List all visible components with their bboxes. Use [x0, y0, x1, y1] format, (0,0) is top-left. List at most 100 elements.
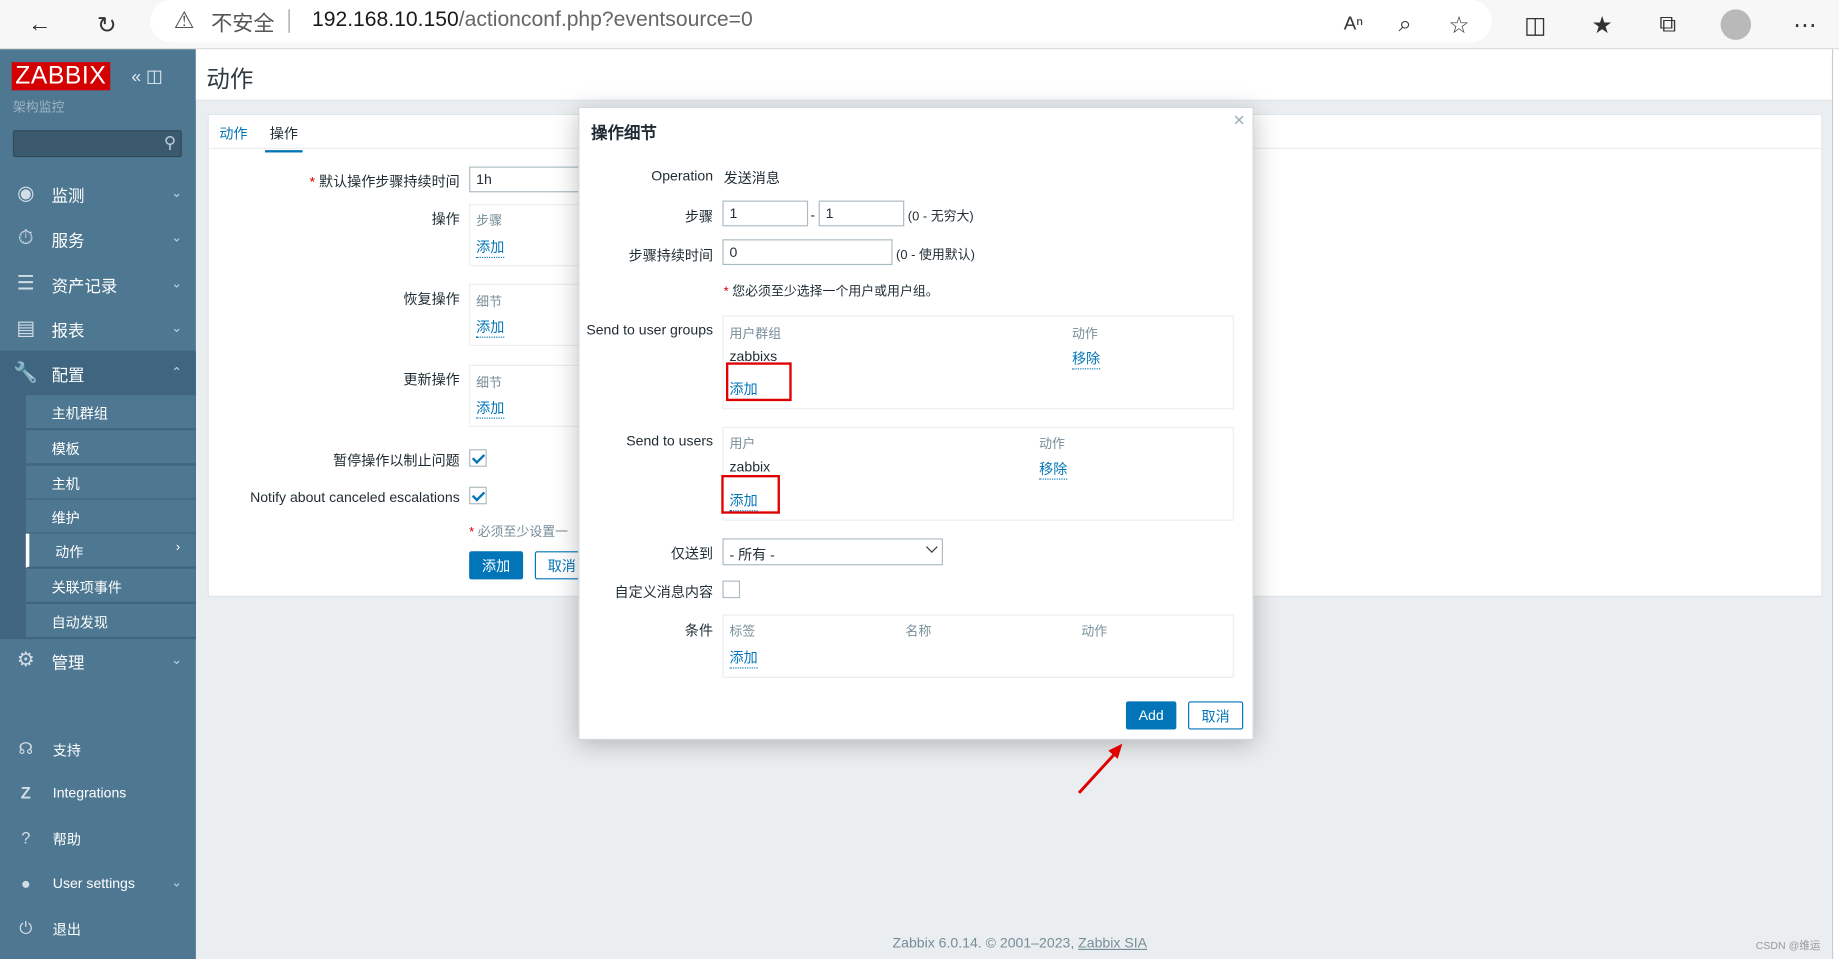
default-duration-input[interactable]: 1h	[469, 166, 581, 193]
user-remove-link[interactable]: 移除	[1039, 459, 1068, 480]
cond-col-name: 名称	[905, 625, 932, 640]
menu-services[interactable]: ⏱ 服务 ⌄	[0, 216, 196, 261]
scrollbar[interactable]	[1831, 49, 1839, 959]
chevron-down-icon: ⌄	[171, 231, 183, 246]
recovery-label: 恢复操作	[403, 290, 460, 308]
dialog-cancel-button[interactable]: 取消	[1188, 701, 1244, 730]
operation-value: 发送消息	[723, 170, 780, 187]
update-label: 更新操作	[403, 371, 460, 389]
users-table	[722, 426, 1234, 521]
operations-add-link[interactable]: 添加	[476, 237, 505, 259]
favorite-add-icon[interactable]: ☆	[1441, 7, 1476, 42]
send-to-groups-label: Send to user groups	[586, 321, 714, 338]
menu-administration[interactable]: ⚙ 管理 ⌄	[0, 638, 196, 683]
submenu-label: 主机	[51, 476, 80, 493]
submenu-discovery[interactable]: 自动发现	[25, 604, 196, 639]
profile-avatar-icon[interactable]	[1718, 7, 1753, 42]
footer-company-link[interactable]: Zabbix SIA	[1078, 935, 1147, 951]
update-add-link[interactable]: 添加	[476, 398, 505, 419]
form-add-button[interactable]: 添加	[469, 551, 524, 580]
tab-operations[interactable]: 操作	[265, 123, 303, 153]
conditions-label: 条件	[684, 622, 714, 640]
chevron-down-icon: ⌄	[171, 876, 183, 891]
operations-header: 步骤	[476, 214, 502, 229]
custom-message-checkbox[interactable]	[722, 580, 741, 599]
page-title: 动作	[206, 66, 254, 93]
refresh-icon[interactable]: ↻	[89, 7, 124, 42]
duration-hint: (0 - 使用默认)	[896, 248, 975, 263]
tab-action[interactable]: 动作	[219, 123, 247, 143]
cond-col-label: 标签	[729, 625, 756, 640]
conditions-add-link[interactable]: 添加	[729, 647, 758, 669]
submenu-label: 动作	[55, 544, 84, 561]
read-aloud-icon[interactable]: Aⁿ	[1336, 7, 1371, 42]
submenu-label: 关联项事件	[51, 579, 122, 596]
favorites-icon[interactable]: ★	[1584, 7, 1619, 42]
zoom-icon[interactable]: ⌕	[1387, 7, 1422, 42]
send-only-to-select[interactable]: - 所有 -	[722, 538, 943, 566]
send-only-to-label: 仅送到	[670, 545, 714, 562]
custom-message-label: 自定义消息内容	[614, 584, 714, 601]
menu-label: 监测	[51, 186, 85, 206]
submenu-host-groups[interactable]: 主机群组	[25, 395, 196, 430]
page-header: 动作	[195, 49, 1832, 101]
menu-integrations[interactable]: Z Integrations	[0, 771, 196, 816]
default-duration-label: * 默认操作步骤持续时间	[309, 173, 460, 190]
sidebar-search-input[interactable]: ⚲	[12, 130, 182, 158]
recovery-header: 细节	[476, 295, 502, 310]
step-to-input[interactable]: 1	[818, 200, 905, 227]
notify-canceled-checkbox[interactable]	[469, 486, 487, 505]
back-icon[interactable]: ←	[22, 7, 57, 42]
submenu-maintenance[interactable]: 维护	[25, 499, 196, 534]
footer-text: Zabbix 6.0.14. © 2001–2023,	[892, 934, 1079, 952]
menu-inventory[interactable]: ☰ 资产记录 ⌄	[0, 262, 196, 307]
collapse-sidebar-icon[interactable]: « ◫	[131, 66, 162, 87]
chevron-down-icon: ⌄	[171, 653, 183, 668]
zabbix-logo[interactable]: ZABBIX	[11, 62, 110, 91]
step-from-input[interactable]: 1	[722, 200, 809, 227]
menu-configuration[interactable]: 🔧 配置 ⌃	[0, 351, 196, 396]
submenu-templates[interactable]: 模板	[25, 430, 196, 465]
more-icon[interactable]: ⋯	[1787, 7, 1822, 42]
highlight-box	[725, 362, 792, 402]
url-text[interactable]: 192.168.10.150/actionconf.php?eventsourc…	[312, 7, 753, 32]
close-icon[interactable]: ✕	[1233, 111, 1246, 130]
operations-label: 操作	[431, 211, 460, 228]
step-dash: -	[810, 206, 816, 223]
dialog-add-button[interactable]: Add	[1125, 701, 1177, 730]
submenu-actions[interactable]: 动作 ›	[25, 533, 196, 568]
select-value: - 所有 -	[729, 546, 775, 563]
submenu-hosts[interactable]: 主机	[25, 465, 196, 500]
user-groups-table	[722, 315, 1234, 410]
menu-label: 管理	[51, 653, 85, 673]
menu-user-settings[interactable]: ● User settings ⌄	[0, 861, 196, 906]
menu-monitoring[interactable]: ◉ 监测 ⌄	[0, 171, 196, 216]
menu-label: 帮助	[52, 831, 81, 848]
eye-icon: ◉	[17, 181, 35, 205]
divider	[288, 9, 290, 33]
menu-label: 服务	[51, 231, 85, 250]
report-icon: ▤	[16, 316, 36, 339]
headset-icon: ☊	[18, 738, 34, 758]
list-icon: ☰	[16, 272, 35, 295]
pause-checkbox[interactable]	[469, 449, 487, 467]
warning-icon[interactable]: ⚠	[174, 6, 195, 35]
menu-label: Integrations	[52, 784, 127, 802]
group-remove-link[interactable]: 移除	[1071, 348, 1101, 370]
server-name: 架构监控	[12, 100, 65, 115]
menu-sign-out[interactable]: ⏻ 退出	[0, 905, 196, 950]
annotation-arrow-icon	[1077, 743, 1123, 794]
highlight-box	[721, 474, 780, 514]
menu-help[interactable]: ? 帮助	[0, 815, 196, 860]
menu-label: 支持	[52, 742, 81, 759]
menu-support[interactable]: ☊ 支持	[0, 726, 196, 771]
split-screen-icon[interactable]: ◫	[1518, 7, 1553, 42]
submenu-event-correlation[interactable]: 关联项事件	[25, 568, 196, 603]
chevron-down-icon: ⌄	[171, 321, 183, 336]
step-duration-input[interactable]: 0	[722, 239, 893, 266]
conditions-table	[722, 614, 1234, 678]
recovery-add-link[interactable]: 添加	[476, 317, 505, 338]
notify-canceled-label: Notify about canceled escalations	[250, 489, 460, 506]
collections-icon[interactable]: ⧉	[1650, 7, 1685, 42]
menu-reports[interactable]: ▤ 报表 ⌄	[0, 306, 196, 351]
